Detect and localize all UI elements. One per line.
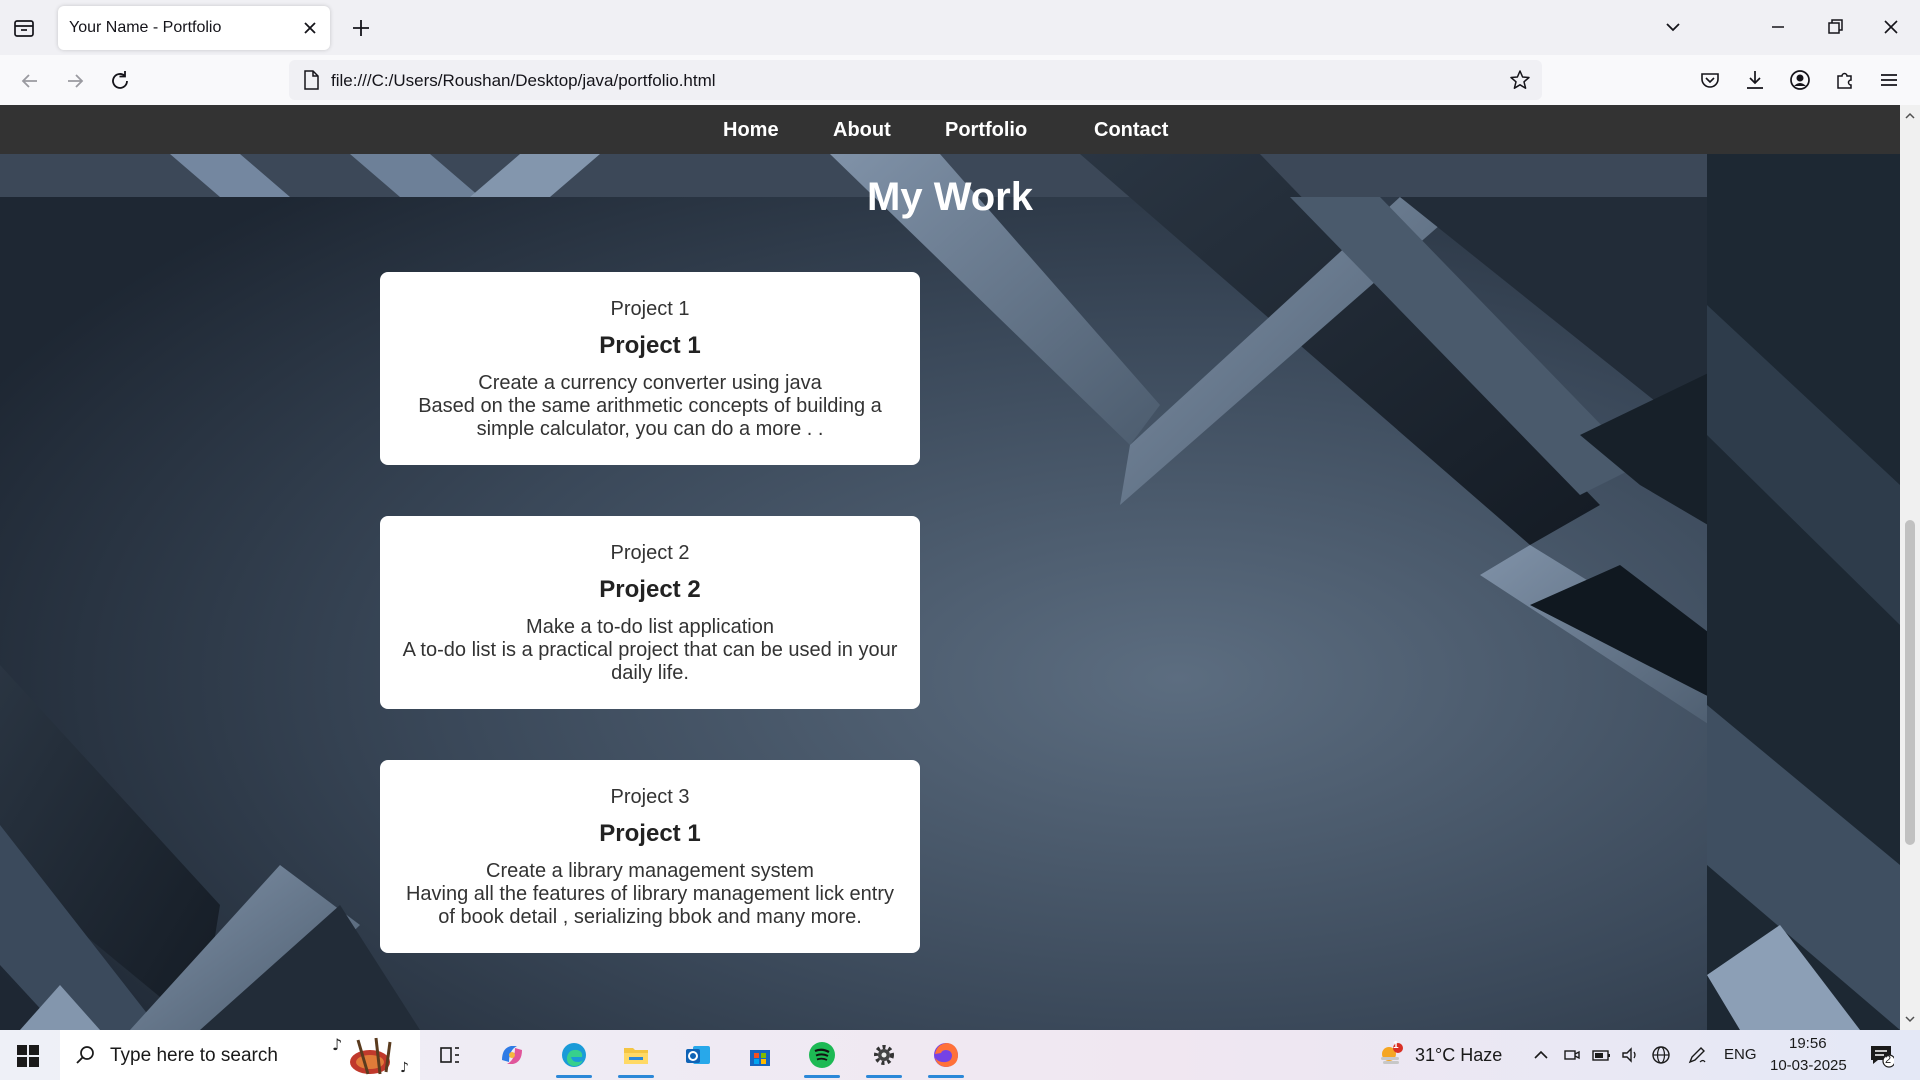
store-icon <box>750 1050 770 1066</box>
restore-icon[interactable] <box>1822 14 1848 40</box>
scroll-up-icon[interactable] <box>1903 109 1917 123</box>
folder-icon <box>624 1048 648 1064</box>
outlook-icon <box>686 1046 710 1064</box>
menu-icon[interactable] <box>1876 67 1902 93</box>
windows-taskbar: Type here to search ♪ ♪ 1 31°C Haze ENG … <box>0 1030 1920 1080</box>
search-highlight-bagpipes-icon[interactable]: ♪ ♪ <box>328 1032 418 1078</box>
tab-list-icon[interactable] <box>12 16 36 40</box>
file-explorer-app[interactable] <box>606 1030 666 1080</box>
forward-icon[interactable] <box>62 68 88 94</box>
project-description: Make a to-do list application A to-do li… <box>400 616 900 685</box>
project-title: Project 1 <box>599 332 701 359</box>
tab-title: Your Name - Portfolio <box>69 19 222 36</box>
app-running-indicator <box>804 1075 840 1078</box>
outlook-app[interactable] <box>668 1030 728 1080</box>
url-bar[interactable]: file:///C:/Users/Roushan/Desktop/java/po… <box>289 60 1542 100</box>
browser-tab-bar: Your Name - Portfolio <box>0 0 1920 55</box>
nav-link-home[interactable]: Home <box>723 119 779 142</box>
svg-text:♪: ♪ <box>400 1060 409 1076</box>
close-window-icon[interactable] <box>1878 14 1904 40</box>
nav-link-portfolio[interactable]: Portfolio <box>945 119 1027 142</box>
notification-count-badge: 2 <box>1885 1054 1892 1066</box>
pocket-icon[interactable] <box>1697 67 1723 93</box>
new-tab-icon[interactable] <box>349 16 373 40</box>
volume-icon[interactable] <box>1619 1044 1641 1066</box>
task-view-button[interactable] <box>420 1030 480 1080</box>
weather-text[interactable]: 31°C Haze <box>1415 1045 1502 1066</box>
edge-app[interactable] <box>544 1030 604 1080</box>
project-description: Create a currency converter using java B… <box>400 372 900 441</box>
project-card: Project 2 Project 2 Make a to-do list ap… <box>380 516 920 709</box>
active-tab[interactable]: Your Name - Portfolio <box>58 6 330 50</box>
app-running-indicator <box>618 1075 654 1078</box>
copilot-icon <box>502 1046 522 1064</box>
project-desc-line: Based on the same arithmetic concepts of… <box>418 395 882 440</box>
language-indicator[interactable]: ENG <box>1724 1046 1757 1063</box>
microsoft-store-app[interactable] <box>730 1030 790 1080</box>
nav-link-about[interactable]: About <box>833 119 891 142</box>
meet-now-icon[interactable] <box>1561 1044 1583 1066</box>
show-hidden-icons-chevron-icon[interactable] <box>1530 1044 1552 1066</box>
scroll-down-icon[interactable] <box>1903 1012 1917 1026</box>
back-icon[interactable] <box>17 68 43 94</box>
gear-icon <box>874 1045 894 1065</box>
firefox-icon <box>934 1043 958 1067</box>
list-all-tabs-icon[interactable] <box>1660 14 1686 40</box>
vertical-scrollbar[interactable] <box>1900 105 1920 1030</box>
scrollbar-thumb[interactable] <box>1905 520 1915 845</box>
site-navbar: Home About Portfolio Contact <box>0 105 1900 154</box>
downloads-icon[interactable] <box>1742 67 1768 93</box>
task-view-icon <box>440 1047 459 1063</box>
project-title: Project 2 <box>599 576 701 603</box>
app-running-indicator <box>866 1075 902 1078</box>
project-description: Create a library management system Havin… <box>400 860 900 929</box>
project-card: Project 1 Project 1 Create a currency co… <box>380 272 920 465</box>
clock-date[interactable]: 10-03-2025 <box>1770 1057 1847 1074</box>
search-icon <box>76 1046 94 1064</box>
project-kicker: Project 1 <box>610 298 690 320</box>
project-desc-line: Create a currency converter using java <box>478 372 822 394</box>
project-desc-line: A to-do list is a practical project that… <box>402 639 898 684</box>
battery-icon[interactable] <box>1590 1044 1612 1066</box>
svg-text:♪: ♪ <box>332 1035 342 1054</box>
minimize-icon[interactable] <box>1765 14 1791 40</box>
browser-toolbar: file:///C:/Users/Roushan/Desktop/java/po… <box>0 55 1920 105</box>
taskbar-search-box[interactable]: Type here to search ♪ ♪ <box>60 1030 420 1080</box>
project-card: Project 3 Project 1 Create a library man… <box>380 760 920 953</box>
close-tab-icon[interactable] <box>300 18 320 38</box>
weather-alert-badge: 1 <box>1393 1040 1399 1051</box>
project-kicker: Project 3 <box>610 786 690 808</box>
edge-browser-icon <box>562 1043 586 1067</box>
bookmark-star-icon[interactable] <box>1508 68 1532 92</box>
project-kicker: Project 2 <box>610 542 690 564</box>
account-icon[interactable] <box>1787 67 1813 93</box>
spotify-app[interactable] <box>792 1030 852 1080</box>
copilot-app[interactable] <box>482 1030 542 1080</box>
spotify-icon <box>809 1042 835 1068</box>
network-globe-icon[interactable] <box>1650 1044 1672 1066</box>
extensions-icon[interactable] <box>1832 67 1858 93</box>
page-icon <box>304 70 319 90</box>
firefox-app[interactable] <box>916 1030 976 1080</box>
clock-time[interactable]: 19:56 <box>1789 1035 1827 1052</box>
settings-app[interactable] <box>854 1030 914 1080</box>
section-heading: My Work <box>867 175 1033 219</box>
url-text[interactable]: file:///C:/Users/Roushan/Desktop/java/po… <box>331 71 716 91</box>
app-running-indicator <box>556 1075 592 1078</box>
windows-start-icon[interactable] <box>16 1044 40 1068</box>
project-desc-line: Create a library management system <box>486 860 814 882</box>
project-desc-line: Having all the features of library manag… <box>405 883 894 928</box>
background-geometric-image <box>0 105 1900 1030</box>
search-placeholder: Type here to search <box>110 1045 278 1066</box>
project-title: Project 1 <box>599 820 701 847</box>
app-running-indicator <box>928 1075 964 1078</box>
pen-icon[interactable] <box>1686 1044 1708 1066</box>
reload-icon[interactable] <box>107 68 133 94</box>
nav-link-contact[interactable]: Contact <box>1094 119 1168 142</box>
page-viewport: Home About Portfolio Contact My Work Pro… <box>0 105 1900 1030</box>
weather-icon[interactable] <box>1378 1042 1404 1068</box>
project-desc-line: Make a to-do list application <box>526 616 774 638</box>
